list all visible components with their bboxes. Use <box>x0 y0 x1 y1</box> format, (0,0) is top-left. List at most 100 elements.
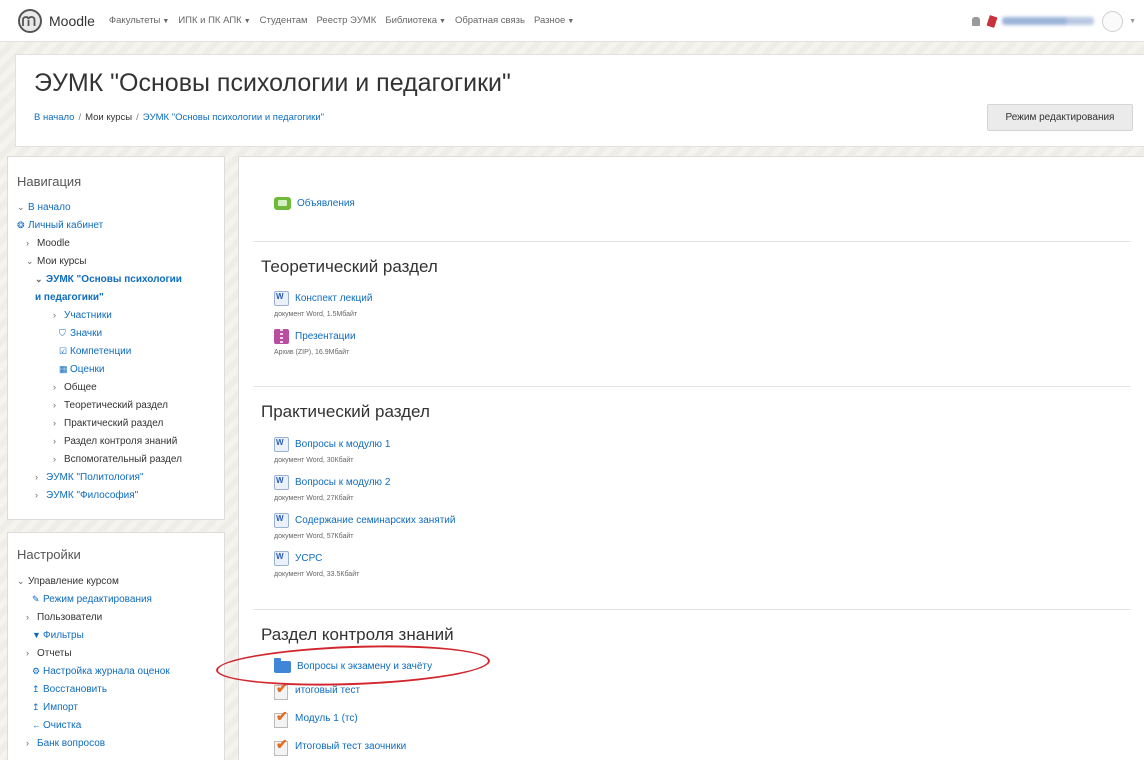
activity-meta: документ Word, 1.5Мбайт <box>274 311 358 318</box>
avatar[interactable] <box>1102 10 1124 32</box>
activity-meta: документ Word, 27Кбайт <box>274 495 354 502</box>
nav-auxiliary-section-label: Вспомогательный раздел <box>64 454 182 465</box>
menu-students[interactable]: Студентам <box>260 15 308 26</box>
breadcrumb-my-courses[interactable]: Мои курсы <box>85 112 132 123</box>
settings-users[interactable]: › Пользователи <box>26 611 102 624</box>
activity-meta: Архив (ZIP), 16.9Мбайт <box>274 349 350 356</box>
settings-restore[interactable]: ↥ Восстановить <box>32 683 107 696</box>
page-header: ЭУМК "Основы психологии и педагогики" В … <box>15 54 1144 147</box>
caret-down-icon: ▼ <box>162 18 170 25</box>
nav-badges[interactable]: ⛉ Значки <box>59 327 102 340</box>
chevron-right-icon: › <box>53 382 56 392</box>
chevron-right-icon: › <box>26 648 29 658</box>
nav-participants-label: Участники <box>64 310 112 321</box>
settings-import[interactable]: ↥ Импорт <box>32 701 78 714</box>
activity-usrs[interactable]: УСРС <box>274 551 322 566</box>
nav-course-politology[interactable]: › ЭУМК "Политология" <box>35 471 144 484</box>
chevron-right-icon: › <box>53 436 56 446</box>
settings-reports-label: Отчеты <box>37 648 72 659</box>
nav-competencies-label: Компетенции <box>70 346 132 357</box>
nav-moodle-label: Moodle <box>37 238 70 249</box>
menu-misc-label: Разное <box>533 15 566 26</box>
top-navbar: Moodle Факультеты ▼ ИПК и ПК АПК ▼ Студент… <box>0 0 1144 42</box>
settings-filters-label: Фильтры <box>43 630 84 641</box>
upload-icon: ↥ <box>32 702 40 712</box>
nav-participants[interactable]: › Участники <box>53 309 112 322</box>
nav-grades-label: Оценки <box>70 364 105 375</box>
quiz-icon <box>274 736 289 756</box>
nav-moodle[interactable]: › Moodle <box>26 237 70 250</box>
menu-ipk-label: ИПК и ПК АПК <box>178 15 242 26</box>
caret-down-icon: ▼ <box>567 18 575 25</box>
settings-filters[interactable]: ▼ Фильтры <box>32 629 84 642</box>
activity-module1-questions[interactable]: Вопросы к модулю 1 <box>274 437 390 452</box>
nav-practice-section-label: Практический раздел <box>64 418 164 429</box>
nav-my-courses[interactable]: ⌄ Мои курсы <box>26 255 87 268</box>
table-icon: ▦ <box>59 364 68 374</box>
menu-ipk[interactable]: ИПК и ПК АПК ▼ <box>178 15 250 26</box>
navigation-block: Навигация ⌄ В начало ❂ Личный кабинет › Moo… <box>7 156 225 520</box>
activity-seminar-contents-label: Содержание семинарских занятий <box>295 515 456 526</box>
menu-eumk-registry[interactable]: Реестр ЭУМК <box>317 15 377 26</box>
word-document-icon <box>274 551 289 566</box>
nav-home[interactable]: ⌄ В начало <box>17 201 71 214</box>
nav-control-section[interactable]: › Раздел контроля знаний <box>53 435 177 448</box>
nav-competencies[interactable]: ☑ Компетенции <box>59 345 131 358</box>
nav-badges-label: Значки <box>70 328 103 339</box>
activity-final-test-extramural[interactable]: Итоговый тест заочники <box>274 736 406 756</box>
activity-announcements[interactable]: Объявления <box>274 197 355 210</box>
menu-library[interactable]: Библиотека ▼ <box>385 15 446 26</box>
settings-users-label: Пользователи <box>37 612 103 623</box>
settings-course-admin[interactable]: ⌄ Управление курсом <box>17 575 119 588</box>
arrow-left-icon: ← <box>32 720 41 730</box>
notifications-bell-icon[interactable] <box>972 16 981 26</box>
menu-feedback[interactable]: Обратная связь <box>455 15 525 26</box>
breadcrumb-home[interactable]: В начало <box>34 112 74 123</box>
word-document-icon <box>274 291 289 306</box>
settings-question-bank[interactable]: › Банк вопросов <box>26 737 105 750</box>
nav-course-philosophy[interactable]: › ЭУМК "Философия" <box>35 489 138 502</box>
page-title: ЭУМК "Основы психологии и педагогики" <box>34 69 511 97</box>
activity-lecture-notes[interactable]: Конспект лекций <box>274 291 372 306</box>
activity-meta: документ Word, 57Кбайт <box>274 533 354 540</box>
nav-auxiliary-section[interactable]: › Вспомогательный раздел <box>53 453 182 466</box>
activity-module1-test[interactable]: Модуль 1 (тс) <box>274 708 358 728</box>
nav-theory-section[interactable]: › Теоретический раздел <box>53 399 168 412</box>
menu-faculties-label: Факультеты <box>108 15 161 26</box>
user-name-blurred[interactable] <box>1002 17 1095 25</box>
nav-theory-section-label: Теоретический раздел <box>64 400 168 411</box>
settings-gradebook-setup[interactable]: ⚙ Настройка журнала оценок <box>32 665 170 678</box>
nav-general-label: Общее <box>64 382 97 393</box>
menu-library-label: Библиотека <box>385 15 437 26</box>
settings-edit-mode[interactable]: ✎ Режим редактирования <box>32 593 152 606</box>
section-divider <box>253 386 1131 387</box>
activity-presentations[interactable]: Презентации <box>274 329 356 344</box>
activity-seminar-contents[interactable]: Содержание семинарских занятий <box>274 513 455 528</box>
settings-block-title: Настройки <box>17 547 81 562</box>
settings-block: Настройки ⌄ Управление курсом ✎ Режим реда… <box>7 532 225 760</box>
nav-current-course-label-cont[interactable]: и педагогики" <box>35 291 104 304</box>
site-brand[interactable]: Moodle <box>18 8 95 33</box>
activity-final-test-label: итоговый тест <box>295 685 361 696</box>
settings-reset[interactable]: ← Очистка <box>32 719 81 732</box>
nav-general[interactable]: › Общее <box>53 381 97 394</box>
user-area: ▼ <box>972 0 1144 42</box>
nav-current-course[interactable]: ⌄ ЭУМК "Основы психологии <box>35 273 182 286</box>
activity-module2-questions[interactable]: Вопросы к модулю 2 <box>274 475 390 490</box>
messages-icon[interactable] <box>986 14 998 28</box>
edit-mode-button[interactable]: Режим редактирования <box>987 104 1133 131</box>
chevron-right-icon: › <box>35 490 38 500</box>
nav-practice-section[interactable]: › Практический раздел <box>53 417 163 430</box>
nav-grades[interactable]: ▦ Оценки <box>59 363 104 376</box>
menu-misc[interactable]: Разное ▼ <box>534 15 574 26</box>
breadcrumb-course[interactable]: ЭУМК "Основы психологии и педагогики" <box>143 112 324 123</box>
settings-reports[interactable]: › Отчеты <box>26 647 72 660</box>
user-menu-caret-icon[interactable]: ▼ <box>1129 18 1136 25</box>
nav-course-politology-label: ЭУМК "Политология" <box>46 472 144 483</box>
menu-faculties[interactable]: Факультеты ▼ <box>109 15 169 26</box>
breadcrumb-separator: / <box>78 112 82 123</box>
moodle-logo-icon <box>18 8 42 33</box>
chevron-right-icon: › <box>53 418 56 428</box>
forum-icon <box>274 197 291 210</box>
nav-dashboard[interactable]: ❂ Личный кабинет <box>17 219 103 232</box>
